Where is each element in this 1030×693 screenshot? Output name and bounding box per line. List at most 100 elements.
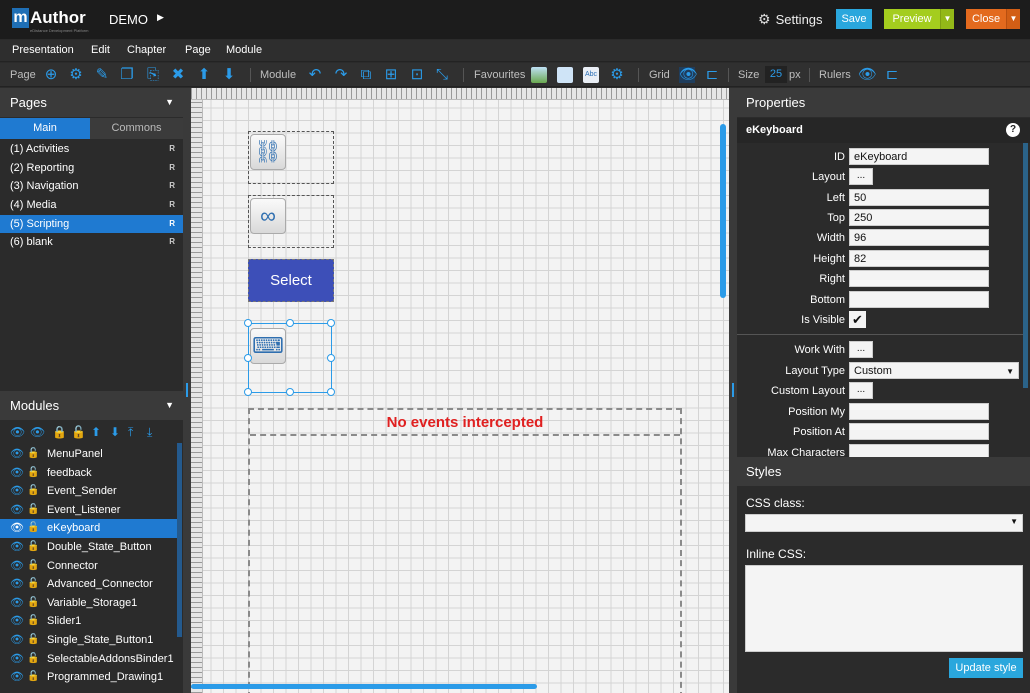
eye-icon[interactable]: 👁	[10, 612, 24, 630]
shape-favourite-icon[interactable]	[557, 67, 573, 83]
unlock-icon[interactable]: 🔓	[27, 594, 39, 612]
eye-icon[interactable]: 👁	[10, 557, 24, 575]
menu-edit[interactable]: Edit	[91, 44, 110, 56]
module-item[interactable]: 👁 🔓 Slider1	[0, 612, 177, 631]
show-all-icon[interactable]: 👁	[10, 425, 25, 439]
project-play-icon[interactable]: ▶	[157, 12, 164, 23]
favourites-settings-icon[interactable]: ⚙	[609, 67, 625, 83]
unlock-icon[interactable]: 🔓	[27, 519, 39, 537]
menu-page[interactable]: Page	[185, 44, 211, 56]
event-listener-module[interactable]: No events intercepted	[248, 408, 682, 693]
custom-layout-edit-button[interactable]: ...	[849, 382, 873, 399]
module-item[interactable]: 👁 🔓 Connector	[0, 557, 177, 576]
eye-icon[interactable]: 👁	[10, 668, 24, 686]
move-down-icon[interactable]: ⬇	[110, 425, 120, 439]
canvas-horizontal-scrollbar[interactable]	[191, 684, 537, 689]
is-visible-checkbox[interactable]: ✔	[849, 311, 866, 328]
eye-icon[interactable]: 👁	[10, 538, 24, 556]
eye-icon[interactable]: 👁	[10, 501, 24, 519]
tab-commons[interactable]: Commons	[90, 118, 183, 139]
connector-module-box[interactable]: ⛓	[248, 131, 334, 184]
width-field[interactable]: 96	[849, 229, 989, 246]
page-settings-icon[interactable]: ⚙	[68, 67, 84, 83]
inline-css-textarea[interactable]	[745, 565, 1023, 652]
eye-icon[interactable]: 👁	[10, 482, 24, 500]
text-favourite-icon[interactable]: Abc	[583, 67, 599, 83]
resize-handle[interactable]	[286, 388, 294, 396]
menu-chapter[interactable]: Chapter	[127, 44, 166, 56]
resize-handle[interactable]	[244, 388, 252, 396]
save-button[interactable]: Save	[836, 9, 872, 29]
pages-panel-header[interactable]: Pages ▼	[0, 88, 183, 117]
layout-edit-button[interactable]: ...	[849, 168, 873, 185]
module-item[interactable]: 👁 🔓 Programmed_Drawing1	[0, 668, 177, 687]
grid-visibility-icon[interactable]: 👁	[679, 67, 698, 83]
image-favourite-icon[interactable]	[531, 67, 547, 83]
align-icon[interactable]: ⧉	[358, 67, 374, 83]
properties-scrollbar[interactable]	[1023, 143, 1028, 388]
eye-icon[interactable]: 👁	[10, 575, 24, 593]
module-item[interactable]: 👁 🔓 feedback	[0, 464, 177, 483]
unlock-icon[interactable]: 🔓	[27, 482, 39, 500]
module-item[interactable]: 👁 🔓 Event_Sender	[0, 482, 177, 501]
move-page-down-icon[interactable]: ⬇	[221, 67, 237, 83]
page-item-activities[interactable]: (1) Activities R	[0, 140, 183, 158]
preview-dropdown-icon[interactable]: ▼	[940, 9, 954, 29]
rulers-snap-icon[interactable]: ⊏	[884, 67, 900, 83]
help-icon[interactable]: ?	[1006, 123, 1020, 137]
grid-snap-icon[interactable]: ⊏	[704, 67, 720, 83]
eye-icon[interactable]: 👁	[10, 631, 24, 649]
max-characters-field[interactable]	[849, 444, 989, 457]
right-splitter[interactable]	[729, 88, 737, 693]
ekeyboard-button[interactable]: ⌨	[250, 328, 286, 364]
right-field[interactable]	[849, 270, 989, 287]
modules-panel-header[interactable]: Modules ▼	[0, 391, 183, 420]
grid-size-input[interactable]: 25	[765, 66, 787, 83]
project-name[interactable]: DEMO	[109, 12, 148, 27]
resize-handle[interactable]	[244, 354, 252, 362]
resize-icon[interactable]: ⤡	[434, 67, 450, 83]
page-item-reporting[interactable]: (2) Reporting R	[0, 159, 183, 177]
left-splitter[interactable]	[183, 88, 191, 693]
paste-page-icon[interactable]: ⎘	[145, 67, 161, 83]
update-style-button[interactable]: Update style	[949, 658, 1023, 678]
add-page-icon[interactable]: ⊕	[43, 67, 59, 83]
menu-presentation[interactable]: Presentation	[12, 44, 74, 56]
eye-icon[interactable]: 👁	[10, 464, 24, 482]
advanced-connector-module-box[interactable]: ∞	[248, 195, 334, 248]
resize-handle[interactable]	[244, 319, 252, 327]
css-class-select[interactable]: ▼	[745, 514, 1023, 532]
collapse-icon[interactable]: ▼	[165, 391, 174, 420]
position-my-field[interactable]	[849, 403, 989, 420]
select-button[interactable]: Select	[248, 259, 334, 302]
unlock-icon[interactable]: 🔓	[27, 445, 39, 463]
lock-all-icon[interactable]: 🔒	[52, 425, 67, 439]
eye-icon[interactable]: 👁	[10, 650, 24, 668]
copy-page-icon[interactable]: ❐	[119, 67, 135, 83]
module-item[interactable]: 👁 🔓 Single_State_Button1	[0, 631, 177, 650]
menu-module[interactable]: Module	[226, 44, 262, 56]
canvas-vertical-scrollbar[interactable]	[720, 124, 726, 298]
close-dropdown-icon[interactable]: ▼	[1006, 9, 1020, 29]
page-item-media[interactable]: (4) Media R	[0, 196, 183, 214]
eye-icon[interactable]: 👁	[10, 594, 24, 612]
module-item[interactable]: 👁 🔓 Advanced_Connector	[0, 575, 177, 594]
top-field[interactable]: 250	[849, 209, 989, 226]
collapse-icon[interactable]: ▼	[165, 88, 174, 117]
eye-icon[interactable]: 👁	[10, 519, 24, 537]
connector-button[interactable]: ⛓	[250, 134, 286, 170]
resize-handle[interactable]	[327, 319, 335, 327]
module-item[interactable]: 👁 🔓 Variable_Storage1	[0, 594, 177, 613]
unlock-icon[interactable]: 🔓	[27, 538, 39, 556]
unlock-icon[interactable]: 🔓	[27, 631, 39, 649]
left-field[interactable]: 50	[849, 189, 989, 206]
unlock-all-icon[interactable]: 🔓	[71, 425, 86, 439]
module-item[interactable]: 👁 🔓 Event_Listener	[0, 501, 177, 520]
advanced-connector-button[interactable]: ∞	[250, 198, 286, 234]
move-up-icon[interactable]: ⬆	[91, 425, 101, 439]
editor-canvas[interactable]: ⛓ ∞ Select ⌨ No events intercepted	[191, 88, 729, 693]
move-bottom-icon[interactable]: ⤓	[147, 425, 152, 440]
unlock-icon[interactable]: 🔓	[27, 575, 39, 593]
splitter-grip[interactable]	[732, 383, 734, 397]
move-page-up-icon[interactable]: ⬆	[196, 67, 212, 83]
